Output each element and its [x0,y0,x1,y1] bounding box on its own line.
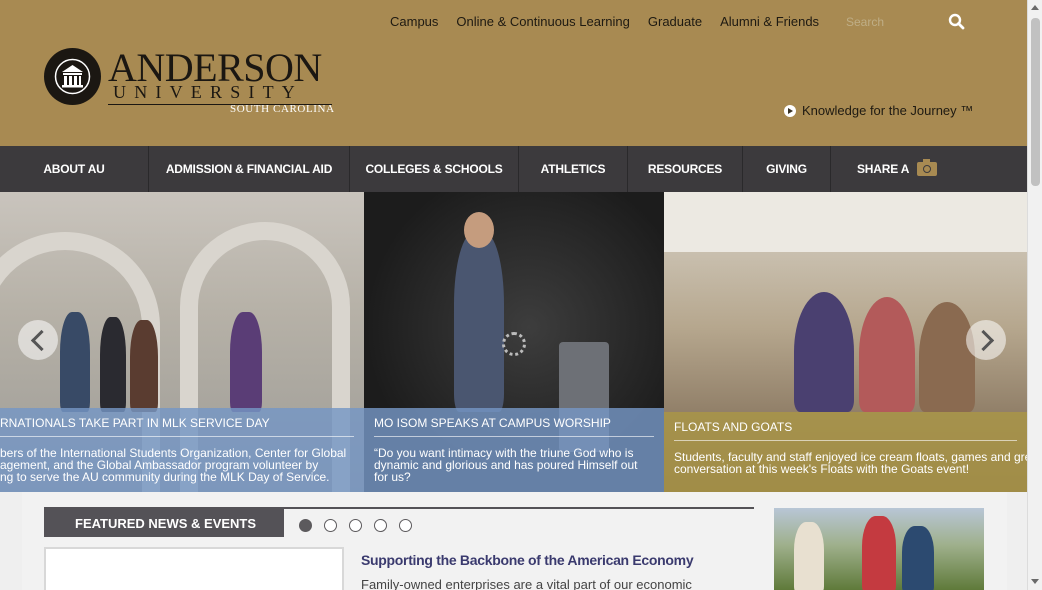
tagline-text: Knowledge for the Journey ™ [802,103,974,118]
featured-pager [299,519,412,532]
nav-resources[interactable]: RESOURCES [628,146,743,192]
slide-caption-title: MO ISOM SPEAKS AT CAMPUS WORSHIP [374,416,654,437]
pager-dot-3[interactable] [349,519,362,532]
scroll-up-icon[interactable] [1031,5,1039,10]
scrollbar-thumb[interactable] [1031,18,1040,186]
camera-icon [917,159,938,176]
search-input[interactable] [838,9,943,35]
nav-label: SHARE A [857,162,910,176]
pager-dot-1[interactable] [299,519,312,532]
side-photo-person [862,516,896,590]
side-photo[interactable] [774,508,984,590]
slide-photo-person [100,317,126,412]
slide-photo-person [230,312,262,412]
caption-line: dynamic and glorious and has poured Hims… [374,458,638,472]
nav-label: GIVING [766,162,807,176]
top-links: Campus Online & Continuous Learning Grad… [390,14,837,29]
nav-label: ADMISSION & FINANCIAL AID [165,162,333,176]
main-nav: ABOUT AU ADMISSION & FINANCIAL AID COLLE… [0,146,1027,192]
nav-about-au[interactable]: ABOUT AU [0,146,149,192]
pager-dot-5[interactable] [399,519,412,532]
news-image[interactable] [44,547,344,590]
slide-caption-text: “Do you want intimacy with the triune Go… [374,447,654,483]
top-link-online-learning[interactable]: Online & Continuous Learning [456,14,629,29]
slide-caption: FLOATS AND GOATS Students, faculty and s… [664,412,1027,492]
slide-photo-speaker-head [464,212,494,248]
slide-caption-title: FLOATS AND GOATS [674,420,1017,441]
site-header: Campus Online & Continuous Learning Grad… [0,0,1027,146]
nav-admission-financial-aid[interactable]: ADMISSION & FINANCIAL AID [149,146,350,192]
university-logo[interactable]: ANDERSON UNIVERSITY SOUTH CAROLINA [44,45,344,118]
caption-line: conversation at this week's Floats with … [674,462,970,476]
page-scrollbar[interactable] [1027,0,1042,590]
slide-caption: MO ISOM SPEAKS AT CAMPUS WORSHIP “Do you… [364,408,664,492]
nav-colleges-schools[interactable]: COLLEGES & SCHOOLS [350,146,519,192]
top-link-graduate[interactable]: Graduate [648,14,702,29]
slide-caption: RNATIONALS TAKE PART IN MLK SERVICE DAY … [0,408,364,492]
slide-photo-speaker [454,232,504,412]
hero-slider: RNATIONALS TAKE PART IN MLK SERVICE DAY … [0,192,1027,492]
logo-university: UNIVERSITY [113,82,303,102]
slide-caption-text: Students, faculty and staff enjoyed ice … [674,451,1027,476]
slide-photo-person [130,320,158,412]
slider-prev-button[interactable] [18,320,58,360]
nav-label: COLLEGES & SCHOOLS [365,162,503,176]
slider-next-button[interactable] [966,320,1006,360]
slide-photo-person [60,312,90,412]
slide-photo-person [919,302,975,412]
nav-label: ATHLETICS [540,162,606,176]
tagline[interactable]: Knowledge for the Journey ™ [784,103,973,118]
slide-caption-text: bers of the International Students Organ… [0,447,354,483]
pager-dot-4[interactable] [374,519,387,532]
caption-line: for us? [374,470,411,484]
top-link-campus[interactable]: Campus [390,14,438,29]
slide-photo-person [859,297,915,412]
nav-label: RESOURCES [647,162,723,176]
slide-photo-ceiling [664,192,1027,252]
university-seal-icon [44,48,101,105]
nav-share-a[interactable]: SHARE A [831,146,1027,192]
side-photo-person [902,526,934,590]
slide-caption-title: RNATIONALS TAKE PART IN MLK SERVICE DAY [0,416,354,437]
caption-line: ng to serve the AU community during the … [0,470,330,484]
top-link-alumni-friends[interactable]: Alumni & Friends [720,14,819,29]
loading-spinner-icon [502,332,526,356]
slide-photo-person [794,292,854,412]
scroll-down-icon[interactable] [1031,579,1039,584]
news-excerpt: Family-owned enterprises are a vital par… [361,577,692,590]
pager-dot-2[interactable] [324,519,337,532]
nav-giving[interactable]: GIVING [743,146,831,192]
logo-state: SOUTH CAROLINA [230,103,335,115]
nav-label: ABOUT AU [43,162,105,176]
search-button[interactable] [947,12,967,32]
news-headline[interactable]: Supporting the Backbone of the American … [361,552,694,568]
nav-athletics[interactable]: ATHLETICS [519,146,628,192]
side-photo-person [794,522,824,590]
search-icon [948,13,965,30]
featured-news-title: FEATURED NEWS & EVENTS [44,509,284,537]
play-icon [784,104,796,117]
